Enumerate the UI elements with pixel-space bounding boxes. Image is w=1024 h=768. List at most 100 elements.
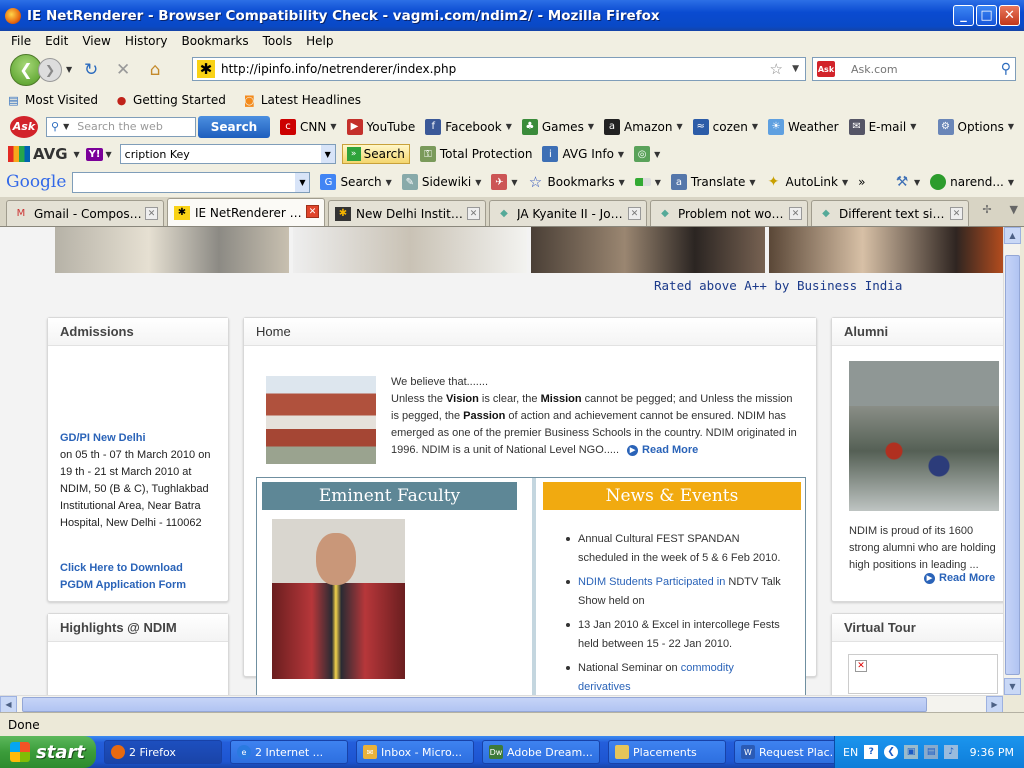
avg-search-button[interactable]: » Search [341, 144, 410, 164]
tab-close-icon[interactable]: ✕ [789, 207, 802, 220]
bookmark-star-icon[interactable]: ☆ [770, 60, 783, 78]
search-icon[interactable]: ⚲ [1001, 61, 1011, 77]
chevron-down-icon[interactable]: ▼ [320, 145, 335, 163]
tab-problem-not-working[interactable]: ◆ Problem not working...✕ [650, 200, 808, 226]
google-account[interactable]: narend... ▼ [930, 174, 1014, 190]
toolbar-item-games[interactable]: ♣ Games ▼ [521, 118, 594, 135]
menu-bookmarks[interactable]: Bookmarks [175, 34, 256, 48]
tab-list-icon[interactable]: ▼ [1010, 203, 1018, 216]
minimize-button[interactable]: _ [953, 5, 974, 26]
scroll-left-icon[interactable]: ◀ [0, 696, 17, 713]
google-more[interactable]: » [858, 175, 865, 189]
new-tab-icon[interactable]: ✢ [982, 203, 991, 216]
help-icon[interactable]: ? [864, 745, 879, 759]
avg-total-protection[interactable]: ⚿ Total Protection [419, 146, 532, 162]
scroll-down-icon[interactable]: ▼ [1004, 678, 1021, 695]
menu-view[interactable]: View [75, 34, 117, 48]
ask-engine-icon[interactable]: Ask [817, 61, 835, 77]
start-button[interactable]: start [0, 736, 96, 768]
vertical-scroll-thumb[interactable] [1005, 255, 1020, 675]
url-bar[interactable]: ✱ http://ipinfo.info/netrenderer/index.p… [192, 57, 806, 81]
menu-help[interactable]: Help [299, 34, 340, 48]
back-tray-icon[interactable]: ❮ [884, 745, 899, 759]
tab-ja-kyanite[interactable]: ◆ JA Kyanite II - Jooml...✕ [489, 200, 647, 226]
google-share[interactable]: ✈ ▼ [491, 174, 518, 190]
search-input[interactable] [851, 62, 991, 76]
tab-close-icon[interactable]: ✕ [306, 205, 319, 218]
toolbar-item-weather[interactable]: ☀ Weather [768, 118, 839, 135]
vertical-scrollbar[interactable]: ▲ ▼ [1003, 227, 1021, 695]
forward-button[interactable]: ❯ [38, 57, 62, 82]
stop-button[interactable]: ✕ [110, 58, 136, 82]
clock[interactable]: 9:36 PM [970, 746, 1014, 759]
horizontal-scrollbar[interactable]: ◀ ▶ [0, 695, 1003, 713]
menu-history[interactable]: History [118, 34, 175, 48]
horizontal-scroll-thumb[interactable] [22, 697, 927, 712]
google-pagerank[interactable]: ▼ [634, 178, 661, 187]
menu-edit[interactable]: Edit [38, 34, 75, 48]
language-indicator[interactable]: EN [843, 746, 858, 759]
tab-close-icon[interactable]: ✕ [145, 207, 158, 220]
reload-button[interactable]: ↻ [78, 58, 104, 82]
google-logo[interactable]: Google [6, 172, 66, 192]
toolbar-item-cnn[interactable]: c CNN ▼ [280, 118, 337, 135]
url-dropdown-icon[interactable]: ▼ [792, 64, 799, 74]
news-link[interactable]: NDIM Students Participated in [578, 576, 725, 588]
tab-different-text-size[interactable]: ◆ Different text size / l...✕ [811, 200, 969, 226]
tab-ie-netrenderer[interactable]: ✱ IE NetRenderer - ... ✕ [167, 198, 325, 226]
task-firefox[interactable]: 2 Firefox [104, 740, 222, 764]
tab-new-delhi-institute[interactable]: ✱ New Delhi Institute ...✕ [328, 200, 486, 226]
scroll-right-icon[interactable]: ▶ [986, 696, 1003, 713]
network-icon[interactable]: ▣ [904, 745, 919, 759]
google-bookmarks[interactable]: ☆ Bookmarks ▼ [528, 173, 625, 191]
alumni-read-more-link[interactable]: ▶ Read More [924, 572, 995, 584]
avg-search-input[interactable]: cription Key ▼ [119, 144, 336, 164]
ask-logo[interactable]: Ask [10, 115, 38, 138]
google-autolink[interactable]: ✦ AutoLink ▼ [766, 174, 848, 190]
bookmark-getting-started[interactable]: ● Getting Started [114, 93, 226, 108]
bookmark-latest-headlines[interactable]: ◙ Latest Headlines [242, 93, 361, 108]
download-form-link[interactable]: Click Here to Download PGDM Application … [60, 560, 216, 594]
task-dreamweaver[interactable]: Dw Adobe Dream... [482, 740, 600, 764]
google-search-input[interactable]: ▼ [72, 171, 311, 193]
tab-gmail[interactable]: M Gmail - Compose Mai...✕ [6, 200, 164, 226]
maximize-button[interactable]: □ [976, 5, 997, 26]
gdpi-link[interactable]: GD/PI New Delhi [60, 430, 216, 447]
virtual-tour-image[interactable]: ✕ [848, 654, 998, 694]
toolbar-item-cozen[interactable]: ≈ cozen ▼ [692, 118, 758, 135]
avg-extra[interactable]: ◎ ▼ [634, 146, 660, 162]
chevron-down-icon[interactable]: ▼ [295, 172, 310, 192]
chevron-down-icon[interactable]: ▼ [105, 150, 111, 159]
volume-icon[interactable]: ♪ [944, 745, 959, 759]
toolbar-item-youtube[interactable]: ▶ YouTube [346, 118, 415, 135]
avg-info[interactable]: i AVG Info ▼ [542, 146, 624, 162]
avg-logo[interactable]: AVG [8, 145, 68, 163]
ask-search-field[interactable]: ⚲ ▼ Search the web [46, 116, 196, 137]
google-search[interactable]: G Search ▼ [320, 174, 392, 190]
chevron-down-icon[interactable]: ▼ [74, 150, 80, 159]
task-internet-explorer[interactable]: e 2 Internet ... [230, 740, 348, 764]
tab-close-icon[interactable]: ✕ [950, 207, 963, 220]
task-placements[interactable]: Placements [608, 740, 726, 764]
history-dropdown-icon[interactable]: ▼ [66, 65, 72, 74]
home-read-more-link[interactable]: ▶ Read More [627, 444, 698, 456]
task-outlook[interactable]: ✉ Inbox - Micro... [356, 740, 474, 764]
google-sidewiki[interactable]: ✎ Sidewiki ▼ [401, 174, 481, 190]
home-button[interactable]: ⌂ [142, 58, 168, 82]
close-button[interactable]: ✕ [999, 5, 1020, 26]
search-bar[interactable]: Ask ⚲ [812, 57, 1016, 81]
tab-close-icon[interactable]: ✕ [467, 207, 480, 220]
menu-tools[interactable]: Tools [256, 34, 300, 48]
tab-close-icon[interactable]: ✕ [628, 207, 641, 220]
scroll-up-icon[interactable]: ▲ [1004, 227, 1021, 244]
toolbar-item-facebook[interactable]: f Facebook ▼ [425, 118, 512, 135]
toolbar-item-amazon[interactable]: a Amazon ▼ [603, 118, 683, 135]
toolbar-options[interactable]: ⚙ Options ▼ [937, 118, 1014, 135]
menu-file[interactable]: File [4, 34, 38, 48]
yahoo-icon[interactable]: Y! [85, 147, 104, 161]
toolbar-item-email[interactable]: ✉ E-mail ▼ [848, 118, 916, 135]
google-translate[interactable]: a Translate ▼ [670, 174, 756, 190]
monitor-icon[interactable]: ▤ [924, 745, 939, 759]
google-settings[interactable]: ⚒ ▼ [894, 174, 920, 190]
bookmark-most-visited[interactable]: ▤ Most Visited [6, 93, 98, 108]
